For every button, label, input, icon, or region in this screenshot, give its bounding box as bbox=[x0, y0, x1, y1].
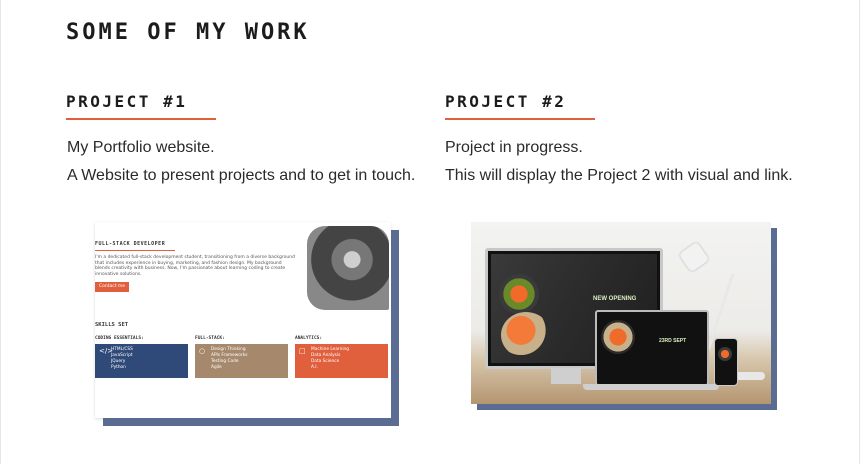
food-image bbox=[601, 320, 635, 354]
thumb1-category-label: CODING ESSENTIALS: bbox=[95, 336, 144, 341]
thumb1-bio: I'm a dedicated full-stack development s… bbox=[95, 255, 295, 277]
project-1-underline bbox=[66, 118, 216, 120]
food-image bbox=[718, 347, 732, 361]
laptop-mockup: 23RD SEPT bbox=[595, 310, 709, 386]
food-image bbox=[499, 274, 539, 314]
desk-lamp-head bbox=[678, 241, 710, 273]
project-1-description-line1: My Portfolio website. bbox=[67, 139, 215, 156]
thumb1-role: FULL-STACK DEVELOPER bbox=[95, 241, 166, 247]
thumb1-contact-button: Contact me bbox=[95, 282, 129, 292]
thumb1-skill-box-fullstack: ○ Design Thinking APIs Frameworks Testin… bbox=[195, 344, 288, 378]
thumb1-skills-title: SKILLS SET bbox=[95, 322, 129, 328]
thumb1-profile-photo bbox=[307, 226, 389, 310]
project-2-title: PROJECT #2 bbox=[445, 92, 567, 111]
project-2-description-line1: Project in progress. bbox=[445, 139, 583, 156]
code-icon: </> bbox=[99, 347, 114, 355]
desk-lamp-base bbox=[735, 372, 765, 380]
project-2-description-line2: This will display the Project 2 with vis… bbox=[445, 167, 793, 184]
thumb1-role-underline bbox=[95, 250, 175, 251]
skill-item: Agile bbox=[211, 365, 222, 370]
lightbulb-icon: ○ bbox=[199, 347, 206, 355]
monitor-screen-text: NEW OPENING bbox=[593, 296, 637, 302]
document-icon: □ bbox=[299, 347, 306, 355]
project-1-title: PROJECT #1 bbox=[66, 92, 188, 111]
laptop-screen-date: 23RD SEPT bbox=[659, 338, 687, 344]
section-title: SOME OF MY WORK bbox=[66, 20, 310, 45]
laptop-base bbox=[583, 384, 719, 390]
thumb1-category-label: FULL-STACK: bbox=[195, 336, 225, 341]
skill-item: A.I. bbox=[311, 365, 318, 370]
project-2-thumbnail[interactable]: NEW OPENING 23RD SEPT bbox=[471, 222, 771, 404]
thumb1-skill-box-analytics: □ Machine Learning Data Analysis Data Sc… bbox=[295, 344, 388, 378]
project-1-thumbnail[interactable]: FULL-STACK DEVELOPER I'm a dedicated ful… bbox=[95, 222, 391, 418]
food-image bbox=[501, 312, 551, 358]
thumb1-skill-box-coding: </> HTML/CSS JavaScript JQuery Python bbox=[95, 344, 188, 378]
thumb1-category-label: ANALYTICS: bbox=[295, 336, 323, 341]
skill-item: Python bbox=[111, 365, 126, 370]
phone-mockup bbox=[714, 338, 738, 386]
project-2-underline bbox=[445, 118, 595, 120]
monitor-stand bbox=[551, 368, 581, 384]
project-1-description-line2: A Website to present projects and to get… bbox=[67, 167, 416, 184]
